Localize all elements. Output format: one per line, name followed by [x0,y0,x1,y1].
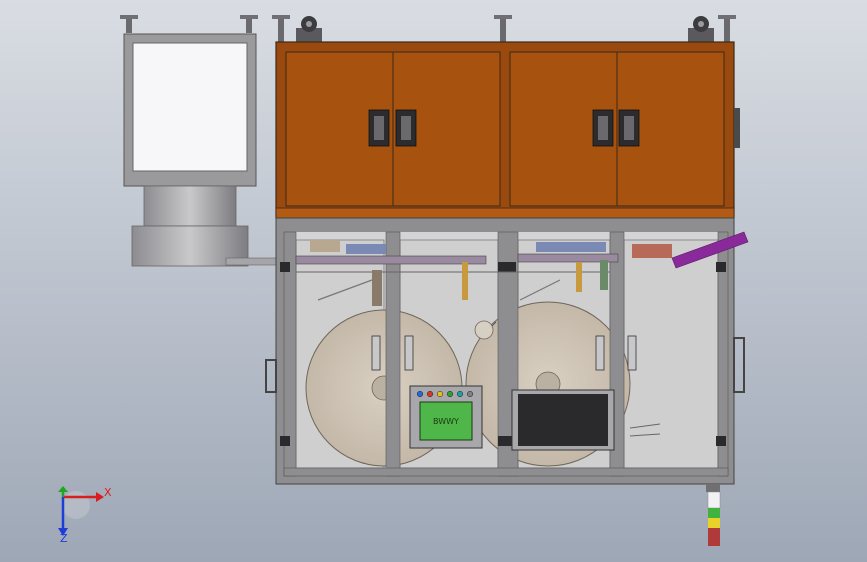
unwind-drum [131,185,277,267]
x-axis-label: X [104,486,112,499]
indicator-light [416,390,424,398]
leveling-foot [494,15,512,43]
touch-panel-screen[interactable] [518,394,608,446]
leveling-foot [272,15,290,43]
coordinate-triad: X Z [58,486,112,545]
hmi-screen-label: BWWY [433,417,459,426]
caster-wheel [296,16,322,42]
monitor-frame [123,33,257,187]
door-handle[interactable] [368,109,390,147]
indicator-light [426,390,434,398]
leveling-foot [120,15,138,33]
touch-panel[interactable] [511,389,615,451]
machine-drawing: BWWY X Z [58,15,749,546]
caster-wheel [688,16,714,42]
upper-cabinet [275,41,740,219]
signal-light-yellow [708,518,720,528]
door-handle[interactable] [395,109,417,147]
indicator-light [456,390,464,398]
signal-light-green [708,508,720,518]
indicator-light [466,390,474,398]
signal-tower [706,484,721,546]
indicator-light [436,390,444,398]
control-box[interactable]: BWWY [409,385,483,449]
z-axis-label: Z [60,532,68,545]
signal-light-red [708,528,720,546]
indicator-light [446,390,454,398]
door-handle[interactable] [618,109,640,147]
leveling-foot [718,15,736,43]
leveling-foot [240,15,258,33]
door-handle[interactable] [592,109,614,147]
